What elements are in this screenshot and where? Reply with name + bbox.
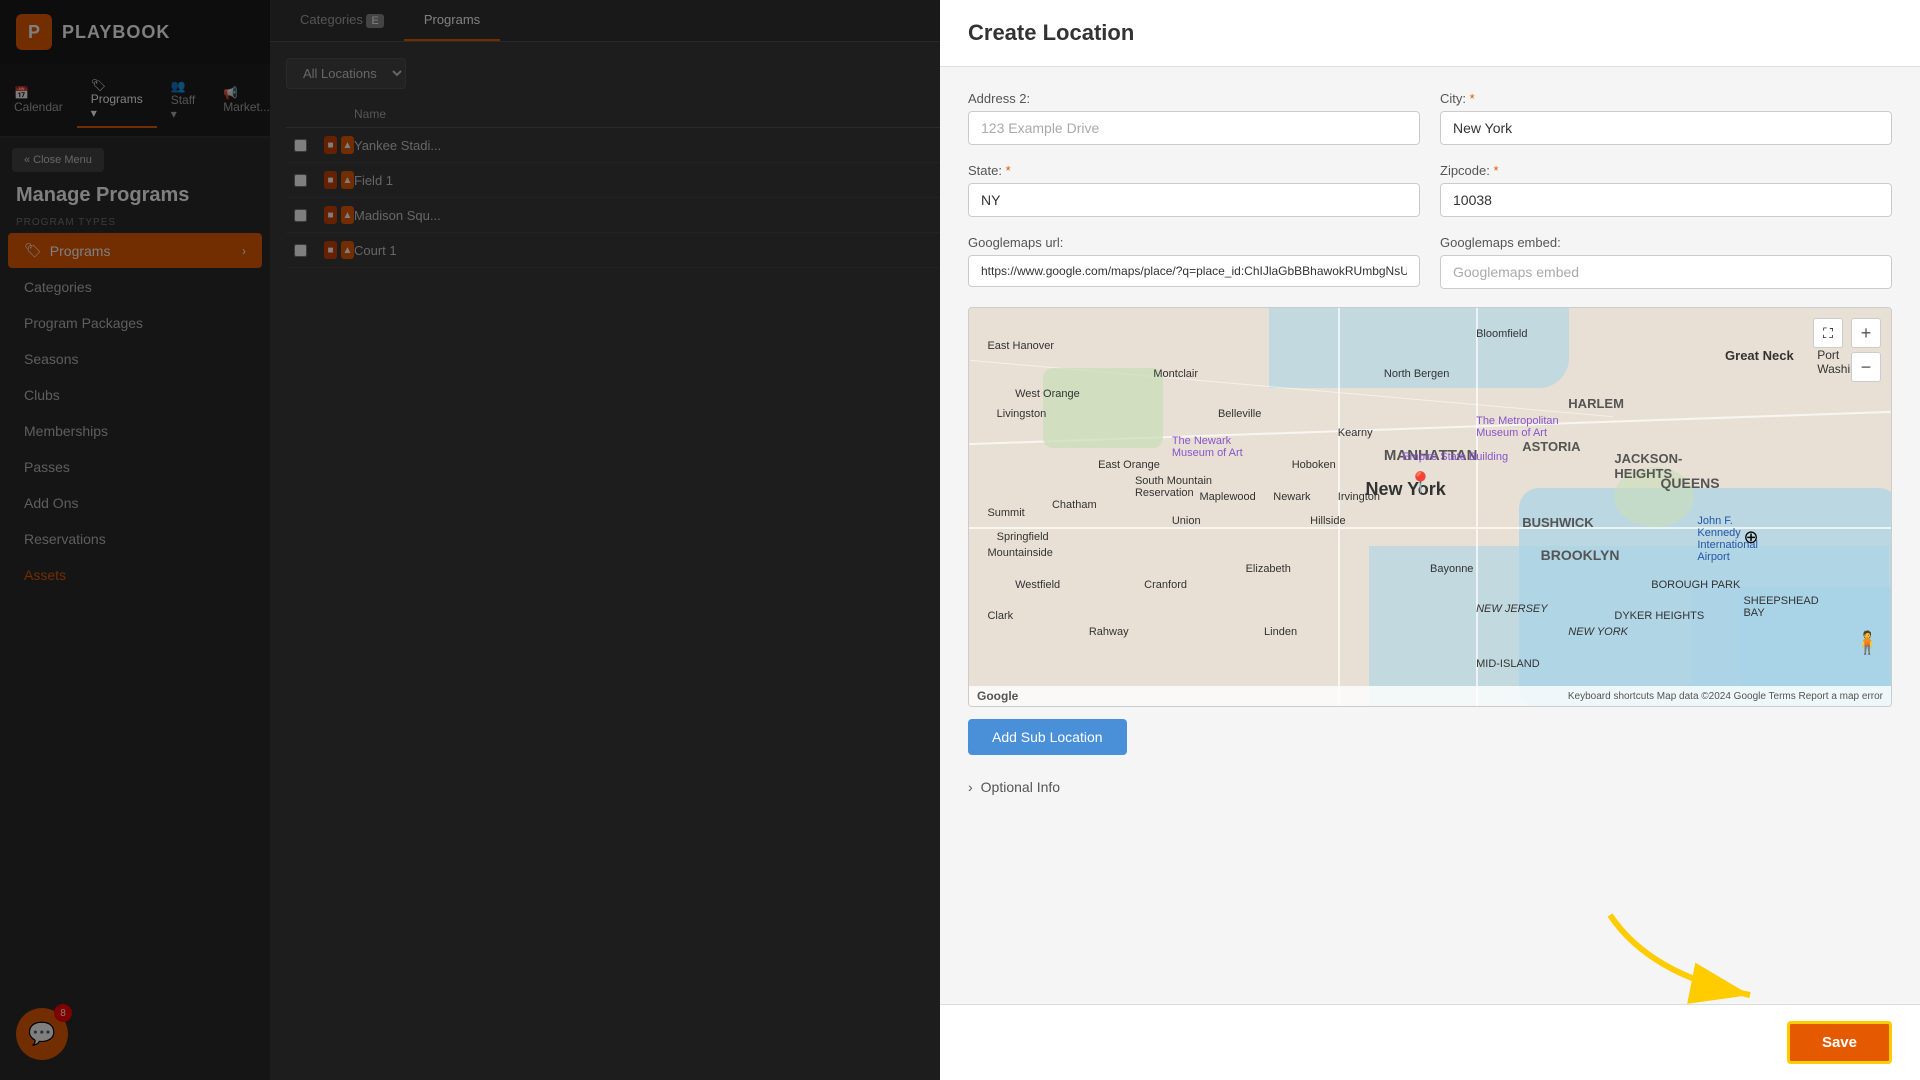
zipcode-label: Zipcode: * bbox=[1440, 163, 1892, 178]
map-label-mountainside: Mountainside bbox=[987, 547, 1052, 559]
maps-url-label: Googlemaps url: bbox=[968, 235, 1420, 250]
map-label-westfield: Westfield bbox=[1015, 579, 1060, 591]
map-container: East Hanover Montclair North Bergen Bloo… bbox=[968, 307, 1892, 707]
maps-url-input[interactable] bbox=[968, 255, 1420, 287]
map-label-metropolitan: The MetropolitanMuseum of Art bbox=[1476, 415, 1559, 439]
form-row-address-city: Address 2: City: * bbox=[968, 91, 1892, 145]
map-label-springfield: Springfield bbox=[997, 531, 1049, 543]
save-button[interactable]: Save bbox=[1787, 1021, 1892, 1064]
map-label-mid-island: MID-ISLAND bbox=[1476, 658, 1540, 670]
form-row-maps: Googlemaps url: Googlemaps embed: bbox=[968, 235, 1892, 289]
map-label-kearny: Kearny bbox=[1338, 427, 1373, 439]
form-row-state-zip: State: * Zipcode: * bbox=[968, 163, 1892, 217]
map-label-new-jersey: NEW JERSEY bbox=[1476, 603, 1548, 615]
map-label-harlem: HARLEM bbox=[1568, 396, 1624, 411]
optional-info-toggle[interactable]: › Optional Info bbox=[968, 771, 1892, 803]
maps-url-group: Googlemaps url: bbox=[968, 235, 1420, 289]
map-label-linden: Linden bbox=[1264, 626, 1297, 638]
map-label-rahway: Rahway bbox=[1089, 626, 1129, 638]
map-controls: + − bbox=[1851, 318, 1881, 382]
map-pin: 📍 bbox=[1408, 470, 1433, 495]
map-label-new-york: New York bbox=[1365, 479, 1445, 500]
map-label-bloomfield: Bloomfield bbox=[1476, 328, 1527, 340]
maps-embed-group: Googlemaps embed: bbox=[1440, 235, 1892, 289]
map-label-hoboken: Hoboken bbox=[1292, 459, 1336, 471]
map-zoom-out[interactable]: − bbox=[1851, 352, 1881, 382]
map-label-bayonne: Bayonne bbox=[1430, 563, 1473, 575]
modal-title: Create Location bbox=[940, 0, 1920, 67]
map-label-newark-museum: The NewarkMuseum of Art bbox=[1172, 435, 1243, 459]
modal-footer: Save bbox=[940, 1004, 1920, 1080]
map-label-livingston: Livingston bbox=[997, 408, 1047, 420]
modal-overlay: Create Location Address 2: City: * State… bbox=[0, 0, 1920, 1080]
map-label-new-york-water: NEW YORK bbox=[1568, 626, 1628, 638]
map-label-cranford: Cranford bbox=[1144, 579, 1187, 591]
map-label-empire: Empire State Building bbox=[1402, 451, 1508, 463]
map-label-great-neck: Great Neck bbox=[1725, 348, 1794, 363]
maps-embed-input[interactable] bbox=[1440, 255, 1892, 289]
map-label-sheepshead: SHEEPSHEADBAY bbox=[1743, 595, 1818, 619]
google-logo: Google bbox=[977, 689, 1018, 703]
map-label-clark: Clark bbox=[987, 610, 1013, 622]
map-label-maplewood: Maplewood bbox=[1200, 491, 1256, 503]
modal-panel: Create Location Address 2: City: * State… bbox=[940, 0, 1920, 1080]
address2-label: Address 2: bbox=[968, 91, 1420, 106]
map-background: East Hanover Montclair North Bergen Bloo… bbox=[969, 308, 1891, 706]
zipcode-input[interactable] bbox=[1440, 183, 1892, 217]
map-label-brooklyn: BROOKLYN bbox=[1541, 547, 1620, 563]
city-input[interactable] bbox=[1440, 111, 1892, 145]
map-label-belleville: Belleville bbox=[1218, 408, 1261, 420]
map-label-bushwick: BUSHWICK bbox=[1522, 515, 1594, 530]
map-fullscreen-button[interactable]: ⛶ bbox=[1813, 318, 1843, 348]
modal-body: Address 2: City: * State: * Zipcode: * bbox=[940, 67, 1920, 1004]
map-label-east-orange: East Orange bbox=[1098, 459, 1160, 471]
map-label-astoria: ASTORIA bbox=[1522, 439, 1580, 454]
map-label-queens: QUEENS bbox=[1661, 475, 1720, 491]
state-group: State: * bbox=[968, 163, 1420, 217]
map-label-hillside: Hillside bbox=[1310, 515, 1345, 527]
zipcode-group: Zipcode: * bbox=[1440, 163, 1892, 217]
maps-embed-label: Googlemaps embed: bbox=[1440, 235, 1892, 250]
optional-info-label: Optional Info bbox=[981, 779, 1060, 795]
map-zoom-in[interactable]: + bbox=[1851, 318, 1881, 348]
map-label-chatham: Chatham bbox=[1052, 499, 1097, 511]
map-label-elizabeth: Elizabeth bbox=[1246, 563, 1291, 575]
map-label-montclair: Montclair bbox=[1153, 368, 1198, 380]
map-label-west-orange: West Orange bbox=[1015, 388, 1080, 400]
map-label-north-bergen: North Bergen bbox=[1384, 368, 1449, 380]
map-transit-icon: ⊕ bbox=[1743, 527, 1758, 548]
city-group: City: * bbox=[1440, 91, 1892, 145]
state-label: State: * bbox=[968, 163, 1420, 178]
map-streetview-icon[interactable]: 🧍 bbox=[1854, 630, 1881, 656]
city-label: City: * bbox=[1440, 91, 1892, 106]
map-label-summit: Summit bbox=[987, 507, 1024, 519]
chevron-right-icon: › bbox=[968, 779, 973, 795]
add-sub-location-button[interactable]: Add Sub Location bbox=[968, 719, 1127, 755]
map-label-dyker: DYKER HEIGHTS bbox=[1614, 610, 1704, 622]
map-label-newark: Newark bbox=[1273, 491, 1310, 503]
address2-input[interactable] bbox=[968, 111, 1420, 145]
map-label-union: Union bbox=[1172, 515, 1201, 527]
map-footer-text: Keyboard shortcuts Map data ©2024 Google… bbox=[1568, 691, 1883, 702]
address2-group: Address 2: bbox=[968, 91, 1420, 145]
map-label-east-hanover: East Hanover bbox=[987, 340, 1054, 352]
map-footer: Google Keyboard shortcuts Map data ©2024… bbox=[969, 686, 1891, 706]
state-input[interactable] bbox=[968, 183, 1420, 217]
map-label-borough-park: BOROUGH PARK bbox=[1651, 579, 1740, 591]
